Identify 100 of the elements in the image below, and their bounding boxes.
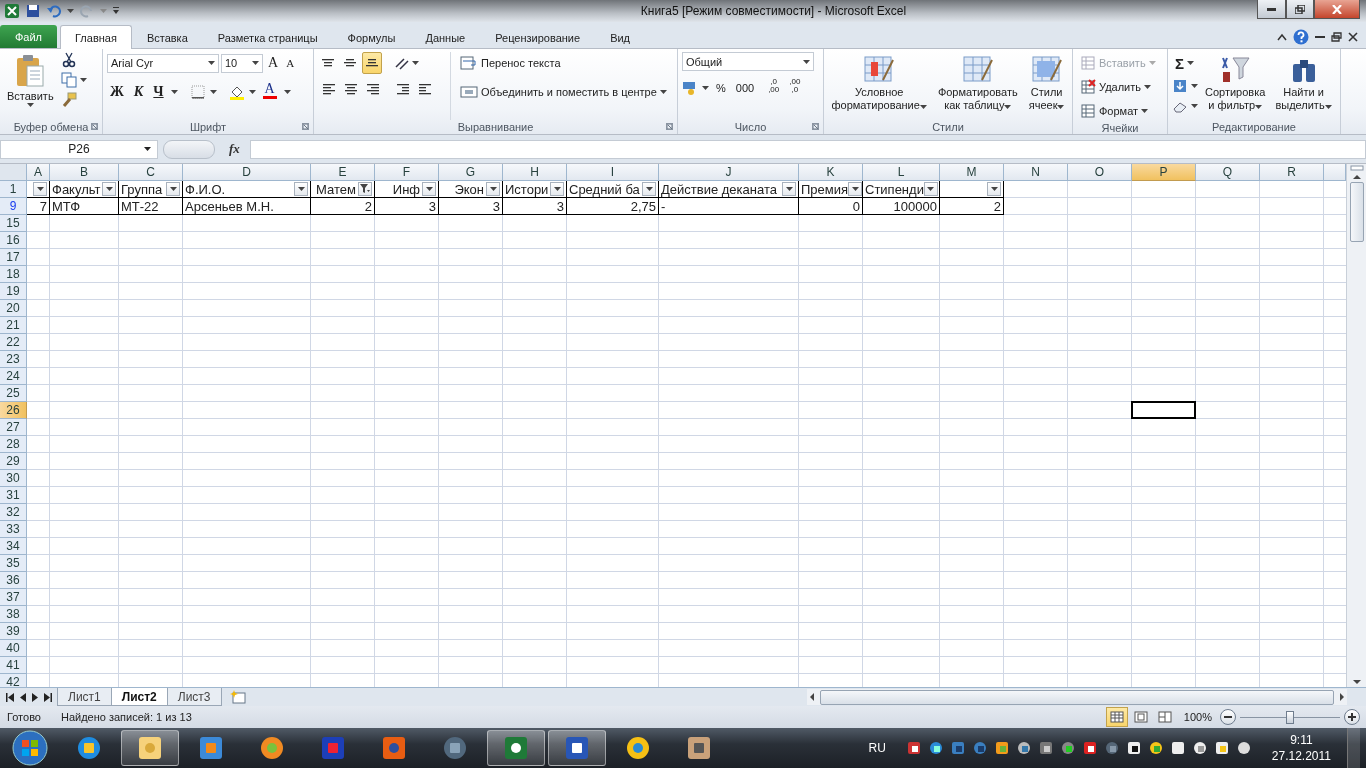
- column-header[interactable]: M: [940, 164, 1004, 181]
- tray-icon[interactable]: [905, 740, 922, 756]
- row-header[interactable]: 36: [0, 572, 27, 589]
- number-format-field[interactable]: Общий: [682, 52, 814, 71]
- zoom-level[interactable]: 100%: [1183, 711, 1212, 723]
- row-header[interactable]: 42: [0, 674, 27, 687]
- ribbon-tab[interactable]: Разметка страницы: [202, 25, 333, 49]
- row-header[interactable]: 25: [0, 385, 27, 402]
- font-color-button[interactable]: A: [259, 81, 280, 103]
- tray-icon[interactable]: [993, 740, 1010, 756]
- slider-thumb[interactable]: [1286, 710, 1294, 724]
- editing-button[interactable]: Сортировка и фильтр: [1202, 52, 1269, 120]
- row-header[interactable]: 18: [0, 266, 27, 283]
- start-button-icon[interactable]: [11, 729, 49, 767]
- column-header[interactable]: J: [659, 164, 799, 181]
- clock[interactable]: 9:11 27.12.2011: [1271, 732, 1331, 764]
- ribbon-tab[interactable]: Рецензирование: [480, 25, 596, 49]
- filter-button[interactable]: [486, 182, 500, 196]
- column-header[interactable]: P: [1132, 164, 1196, 181]
- filter-button[interactable]: [848, 182, 862, 196]
- formula-bar-handle[interactable]: [163, 139, 215, 159]
- filter-button[interactable]: [422, 182, 436, 196]
- tray-icon[interactable]: [1081, 740, 1098, 756]
- ribbon-tab[interactable]: Формулы: [332, 25, 411, 49]
- language-indicator[interactable]: RU: [868, 741, 886, 755]
- thousands-separator-button[interactable]: 000: [732, 77, 758, 99]
- ribbon-tab[interactable]: Вид: [595, 25, 646, 49]
- filter-button[interactable]: [166, 182, 180, 196]
- filter-button[interactable]: [550, 182, 564, 196]
- row-header[interactable]: 26: [0, 402, 27, 419]
- filter-button[interactable]: [923, 182, 938, 196]
- ribbon-tab[interactable]: Вставка: [131, 25, 203, 49]
- column-header[interactable]: Q: [1196, 164, 1260, 181]
- name-box[interactable]: P26: [0, 139, 158, 159]
- tray-icon[interactable]: [1191, 740, 1208, 756]
- increase-decimal-button[interactable]: ,0 ,00: [765, 77, 783, 99]
- column-header[interactable]: B: [50, 164, 119, 181]
- row-header[interactable]: 41: [0, 657, 27, 674]
- cells-button[interactable]: Формат: [1077, 100, 1159, 122]
- row-header[interactable]: 35: [0, 555, 27, 572]
- taskbar-app[interactable]: [487, 730, 545, 766]
- row-header[interactable]: 38: [0, 606, 27, 623]
- column-header[interactable]: L: [863, 164, 940, 181]
- row-header[interactable]: 21: [0, 317, 27, 334]
- row-header[interactable]: 15: [0, 215, 27, 232]
- italic-button[interactable]: К: [130, 81, 147, 103]
- grow-font-button[interactable]: A: [265, 52, 282, 74]
- row-header[interactable]: 40: [0, 640, 27, 657]
- bold-button[interactable]: Ж: [107, 81, 127, 103]
- row-header[interactable]: 17: [0, 249, 27, 266]
- font-size-field[interactable]: 10: [221, 53, 263, 73]
- scroll-thumb[interactable]: [820, 689, 1334, 705]
- close-button[interactable]: [1314, 0, 1360, 19]
- row-header[interactable]: 1: [0, 181, 27, 198]
- decrease-decimal-button[interactable]: ,00 ,0: [786, 77, 804, 99]
- taskbar-app[interactable]: [121, 730, 179, 766]
- styles-button[interactable]: Форматировать как таблицу: [934, 52, 1021, 120]
- font-name-field[interactable]: Arial Cyr: [107, 53, 219, 73]
- scroll-thumb[interactable]: [1349, 182, 1364, 242]
- insert-function-button[interactable]: fx: [229, 141, 240, 157]
- file-tab[interactable]: Файл: [0, 25, 57, 48]
- sheet-tab[interactable]: Лист1: [57, 688, 112, 706]
- row-header[interactable]: 20: [0, 300, 27, 317]
- wrap-text-button[interactable]: Перенос текста: [457, 52, 670, 74]
- zoom-in-button[interactable]: [1344, 709, 1360, 725]
- row-header[interactable]: 16: [0, 232, 27, 249]
- column-header[interactable]: C: [119, 164, 183, 181]
- restore-button[interactable]: [1286, 0, 1314, 19]
- row-header[interactable]: 30: [0, 470, 27, 487]
- row-header[interactable]: 9: [0, 198, 27, 215]
- sheet-tab[interactable]: Лист2: [110, 688, 168, 706]
- dialog-launcher-icon[interactable]: [302, 123, 309, 130]
- styles-button[interactable]: Условное форматирование: [828, 52, 930, 120]
- column-header[interactable]: G: [439, 164, 503, 181]
- tray-icon[interactable]: [1147, 740, 1164, 756]
- row-header[interactable]: 29: [0, 453, 27, 470]
- row-header[interactable]: 39: [0, 623, 27, 640]
- row-header[interactable]: 23: [0, 351, 27, 368]
- row-header[interactable]: 27: [0, 419, 27, 436]
- merge-center-button[interactable]: Объединить и поместить в центре: [457, 81, 670, 103]
- column-header[interactable]: R: [1260, 164, 1324, 181]
- column-header[interactable]: E: [311, 164, 375, 181]
- row-header[interactable]: 34: [0, 538, 27, 555]
- row-header[interactable]: 31: [0, 487, 27, 504]
- ribbon-tab[interactable]: Главная: [60, 25, 132, 49]
- dialog-launcher-icon[interactable]: [666, 123, 673, 130]
- tray-icon[interactable]: [1037, 740, 1054, 756]
- view-button[interactable]: [1105, 707, 1128, 727]
- paste-button[interactable]: Вставить: [4, 52, 57, 120]
- filter-button[interactable]: [642, 182, 656, 196]
- vertical-align-button[interactable]: [362, 52, 382, 74]
- autosum-button[interactable]: Σ: [1172, 52, 1198, 74]
- cells-button[interactable]: Удалить: [1077, 76, 1159, 98]
- filter-button[interactable]: [782, 182, 796, 196]
- column-header[interactable]: K: [799, 164, 863, 181]
- row-header[interactable]: 37: [0, 589, 27, 606]
- tray-icon[interactable]: [1059, 740, 1076, 756]
- row-header[interactable]: 32: [0, 504, 27, 521]
- tray-icon[interactable]: [1235, 740, 1252, 756]
- active-cell[interactable]: [1131, 401, 1196, 419]
